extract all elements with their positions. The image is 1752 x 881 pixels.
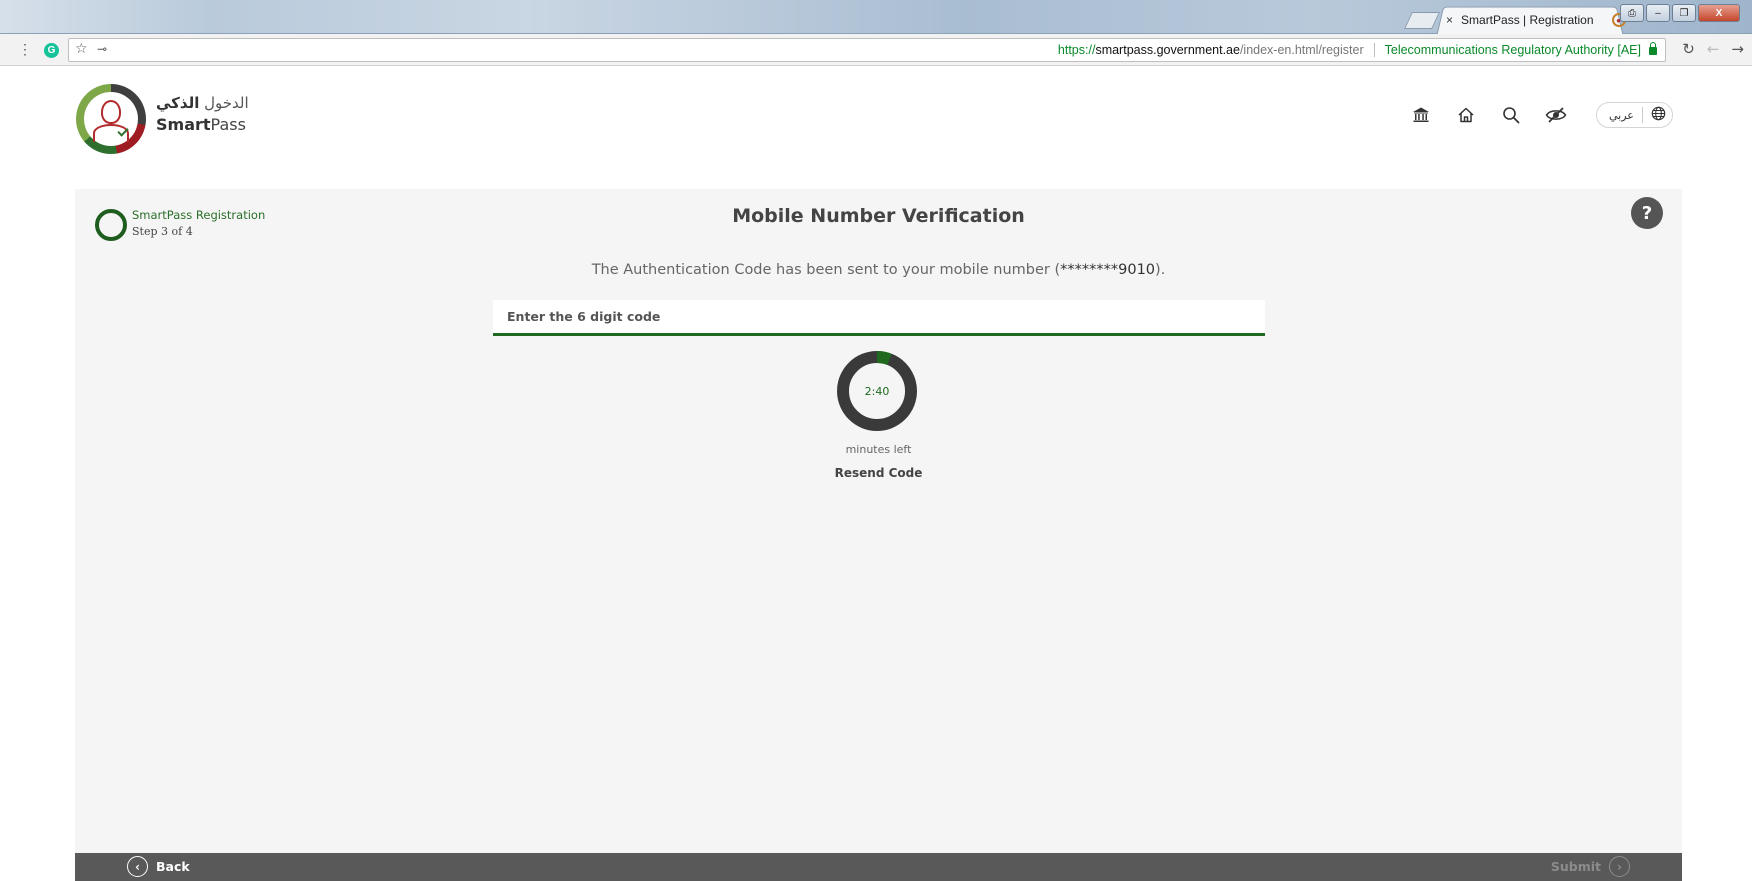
grammarly-extension-icon[interactable]: G [44, 43, 59, 58]
header-toolbar: عربي [1410, 102, 1673, 128]
logo-text: SmartPass [156, 115, 246, 134]
browser-menu-icon[interactable]: ⋮ [18, 41, 32, 58]
url-path: /index-en.html/register [1239, 43, 1364, 57]
page-title: Mobile Number Verification [732, 205, 1025, 227]
tab-title: SmartPass | Registration [1461, 13, 1594, 27]
minutes-left-label: minutes left [845, 443, 912, 456]
submit-label: Submit [1550, 859, 1601, 874]
url-host: smartpass.government.ae [1095, 43, 1240, 57]
browser-tab-content[interactable]: × SmartPass | Registration ● [1446, 10, 1626, 30]
password-key-icon[interactable]: ⊸ [97, 42, 107, 56]
window-profile-button[interactable]: ⎙ [1620, 4, 1644, 22]
masked-mobile-number: ********9010 [1060, 262, 1156, 278]
secure-lock-icon[interactable] [1649, 42, 1657, 55]
window-controls: ⎙ – ❐ X [1620, 4, 1740, 22]
forward-arrow-icon[interactable]: → [1731, 40, 1744, 58]
url-separator [1373, 43, 1375, 57]
address-bar: ⋮ G ☆ ⊸ https:// smartpass.government.ae… [0, 34, 1752, 66]
logo-arabic-prefix: الدخول [204, 94, 249, 112]
navigation-buttons: ↻ ← → [1682, 40, 1744, 58]
resend-code-button[interactable]: Resend Code [75, 466, 1682, 480]
countdown-timer: 2:40 [837, 351, 917, 431]
logo-text-rest: Pass [210, 115, 246, 134]
help-icon[interactable]: ? [1631, 197, 1663, 229]
new-tab-button[interactable] [1404, 12, 1440, 29]
certificate-org[interactable]: Telecommunications Regulatory Authority … [1385, 43, 1641, 57]
bank-icon[interactable] [1410, 104, 1432, 126]
home-icon[interactable] [1455, 104, 1477, 126]
back-label: Back [156, 859, 190, 874]
url-omnibox[interactable]: ☆ ⊸ https:// smartpass.government.ae /in… [68, 38, 1666, 62]
timer-display: 2:40 [864, 384, 890, 398]
language-divider [1641, 107, 1643, 123]
url-display[interactable]: https:// smartpass.government.ae /index-… [1057, 42, 1657, 57]
language-label[interactable]: عربي [1609, 109, 1634, 122]
window-maximize-button[interactable]: ❐ [1672, 4, 1696, 22]
window-close-button[interactable]: X [1698, 4, 1740, 22]
reload-icon[interactable]: ↻ [1682, 40, 1695, 58]
back-arrow-icon[interactable]: ← [1707, 40, 1720, 58]
search-icon[interactable] [1500, 104, 1522, 126]
code-sent-prefix: The Authentication Code has been sent to… [591, 262, 1061, 278]
code-sent-suffix: ). [1155, 262, 1166, 278]
url-scheme: https:// [1057, 43, 1096, 57]
chevron-right-icon: › [1609, 856, 1630, 877]
window-titlebar: × SmartPass | Registration ● ⎙ – ❐ X [0, 0, 1752, 35]
logo-arabic-bold: الذكي [156, 94, 200, 112]
bookmark-star-icon[interactable]: ☆ [75, 41, 88, 57]
tab-close-icon[interactable]: × [1446, 13, 1453, 27]
submit-button[interactable]: Submit › [1551, 856, 1630, 877]
window-minimize-button[interactable]: – [1646, 4, 1670, 22]
chevron-left-icon: ‹ [127, 856, 148, 877]
registration-panel: SmartPass Registration Step 3 of 4 Mobil… [75, 189, 1682, 853]
smartpass-logo-icon[interactable] [76, 84, 146, 154]
logo-arabic-text: الدخول الذكي [156, 94, 249, 112]
footer-action-bar: ‹ Back Submit › [75, 853, 1682, 881]
logo-text-bold: Smart [156, 115, 211, 134]
back-button[interactable]: ‹ Back [127, 856, 190, 877]
language-switch[interactable]: عربي [1596, 102, 1673, 128]
globe-icon[interactable] [1651, 106, 1666, 125]
verification-code-input[interactable] [493, 300, 1265, 336]
code-sent-message: The Authentication Code has been sent to… [75, 262, 1682, 278]
eye-slash-icon[interactable] [1545, 104, 1567, 126]
